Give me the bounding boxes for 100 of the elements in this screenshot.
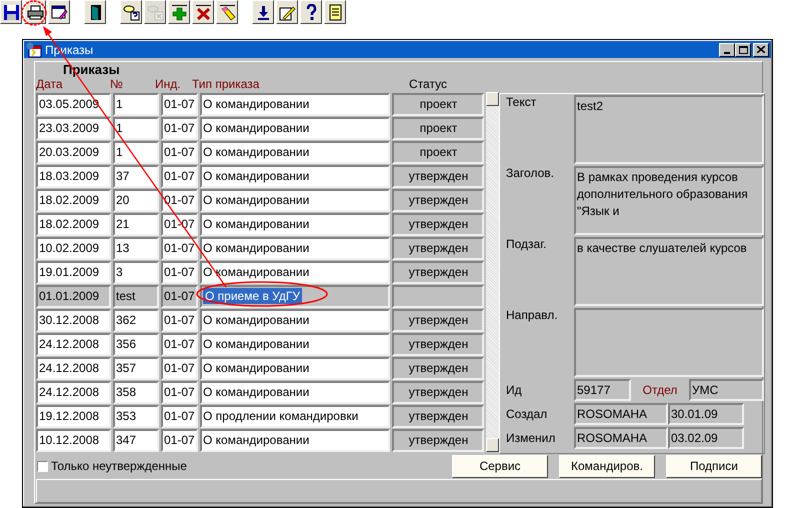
scrollbar[interactable]: [486, 92, 499, 452]
input-field[interactable]: 03.02.09: [668, 427, 744, 449]
table-cell: 1: [113, 141, 159, 164]
push-button[interactable]: Сервис: [452, 454, 548, 478]
query-button[interactable]: [120, 0, 142, 24]
memo-field[interactable]: В рамках проведения курсов дополнительного образования "Язык и: [574, 166, 764, 235]
table-cell: утвержден: [392, 357, 484, 380]
table-cell: О командировании: [200, 429, 390, 452]
table-cell: 01-07: [161, 93, 198, 116]
table-cell: 24.12.2008: [36, 381, 111, 404]
door-button[interactable]: [84, 0, 106, 24]
maximize-icon: [738, 46, 748, 54]
table-cell: 362: [113, 309, 159, 332]
minimize-button[interactable]: [719, 42, 735, 56]
table-cell: 357: [113, 357, 159, 380]
field-label: Отдел: [642, 383, 678, 397]
app-icon: [26, 42, 42, 58]
edit-window-button[interactable]: [48, 0, 70, 24]
add-button[interactable]: [168, 0, 190, 24]
column-header: №: [110, 77, 124, 92]
table-cell: 37: [113, 165, 159, 188]
pencil-button[interactable]: [276, 0, 298, 24]
checkbox[interactable]: Только неутвержденные: [35, 459, 452, 473]
table-cell: 01-07: [161, 141, 198, 164]
table-cell: 24.12.2008: [36, 357, 111, 380]
add-icon: [170, 4, 188, 20]
table-cell: 18.02.2009: [36, 189, 111, 212]
table-cell: О командировании: [200, 93, 390, 116]
push-button[interactable]: Подписи: [666, 454, 762, 478]
input-field[interactable]: 30.01.09: [668, 403, 744, 425]
table-cell: 01-07: [161, 261, 198, 284]
table-cell: 01-07: [161, 405, 198, 428]
table-cell: test: [113, 285, 159, 308]
table-cell: 1: [113, 117, 159, 140]
table-cell: 24.12.2008: [36, 333, 111, 356]
table-cell: утвержден: [392, 381, 484, 404]
table-cell: 01-07: [161, 117, 198, 140]
table-cell: О командировании: [200, 261, 390, 284]
table-cell: утвержден: [392, 213, 484, 236]
table-cell: 01-07: [161, 237, 198, 260]
table-cell: 01-07: [161, 357, 198, 380]
table-cell: 10.02.2009: [36, 237, 111, 260]
table-cell: 358: [113, 381, 159, 404]
close-icon: [757, 46, 765, 53]
table-cell: 18.03.2009: [36, 165, 111, 188]
note-icon: [326, 4, 344, 20]
query-icon: [122, 4, 140, 20]
table-cell: О командировании: [200, 141, 390, 164]
save-button[interactable]: [0, 0, 22, 24]
table-cell: проект: [392, 141, 484, 164]
table-cell: 10.12.2008: [36, 429, 111, 452]
input-field[interactable]: ROSOMAHA: [574, 403, 668, 425]
table-cell: 3: [113, 261, 159, 284]
eraser-button[interactable]: [216, 0, 238, 24]
minimize-icon: [724, 52, 730, 54]
table-cell: утвержден: [392, 237, 484, 260]
field-label: Изменил: [505, 431, 556, 445]
delete-button[interactable]: [192, 0, 214, 24]
print-icon: [26, 4, 44, 20]
column-header: Статус: [408, 77, 448, 92]
print-button[interactable]: [24, 0, 46, 24]
memo-field[interactable]: test2: [574, 95, 764, 164]
memo-field[interactable]: в качестве слушателей курсов: [574, 237, 764, 306]
table-cell: утвержден: [392, 189, 484, 212]
input-field[interactable]: УМС: [689, 379, 764, 401]
field-label: Подзаг.: [505, 236, 548, 253]
help-button[interactable]: [300, 0, 322, 24]
delete-icon: [194, 4, 212, 20]
save-icon: [2, 4, 20, 20]
download-button[interactable]: [252, 0, 274, 24]
table-cell: утвержден: [392, 165, 484, 188]
push-button[interactable]: Командиров.: [559, 454, 655, 478]
input-field[interactable]: 59177: [574, 379, 631, 401]
annotation-ellipse: [21, 0, 47, 26]
table-cell: 19.12.2008: [36, 405, 111, 428]
table-cell: О командировании: [200, 237, 390, 260]
table-cell: 01-07: [161, 381, 198, 404]
table-cell: 20: [113, 189, 159, 212]
memo-field[interactable]: [574, 308, 764, 377]
column-header: Дата: [36, 77, 64, 92]
maximize-button[interactable]: [735, 42, 751, 56]
table-cell: О командировании: [200, 381, 390, 404]
table-cell: О командировании: [200, 357, 390, 380]
field-label: Направл.: [505, 307, 559, 324]
note-button[interactable]: [324, 0, 346, 24]
table-cell: 01-07: [161, 333, 198, 356]
table-cell: 01-07: [161, 285, 198, 308]
input-field[interactable]: ROSOMAHA: [574, 427, 668, 449]
table-cell: 01-07: [161, 165, 198, 188]
eraser-icon: [218, 4, 236, 20]
table-cell: 01-07: [161, 189, 198, 212]
table-cell: О командировании: [200, 189, 390, 212]
table-cell: проект: [392, 117, 484, 140]
table-cell: проект: [392, 93, 484, 116]
table-cell: О продлении командировки: [200, 405, 390, 428]
table-cell: утвержден: [392, 333, 484, 356]
column-header: Тип приказа: [192, 77, 260, 92]
table-cell: утвержден: [392, 261, 484, 284]
table-cell: 01-07: [161, 309, 198, 332]
close-button[interactable]: [753, 42, 769, 56]
